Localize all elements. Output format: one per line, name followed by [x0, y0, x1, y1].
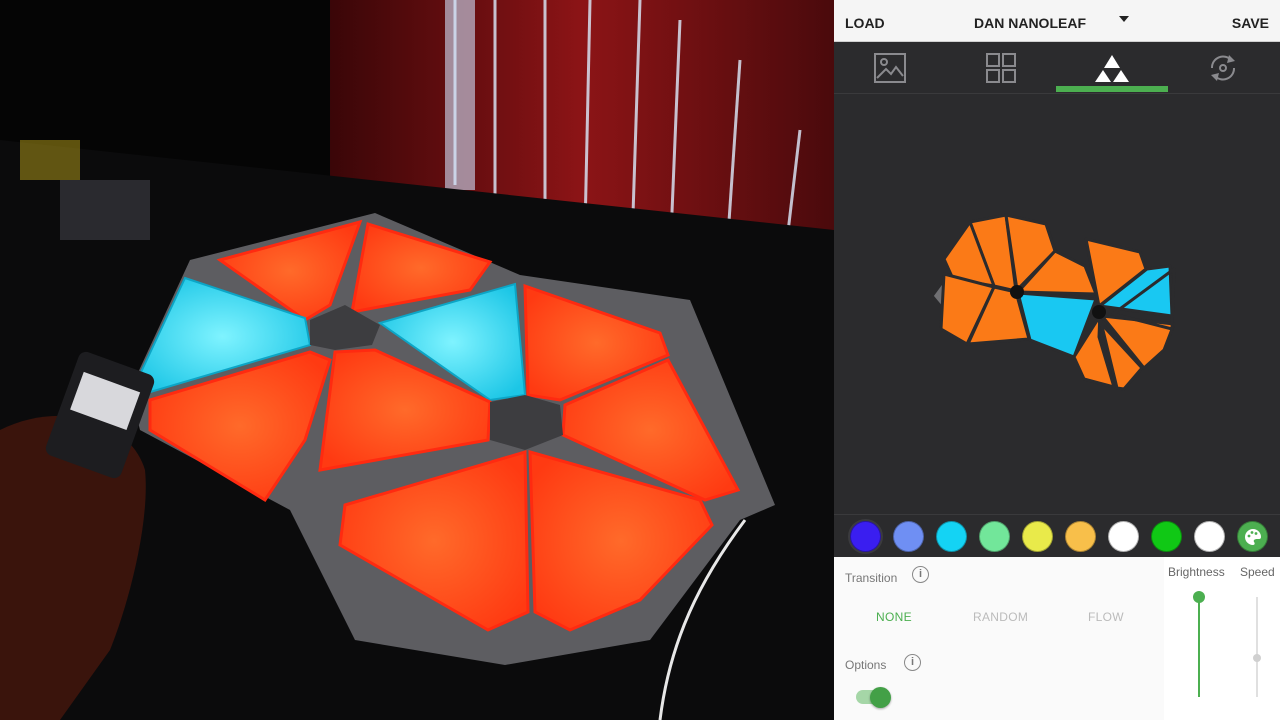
panel-connector [1092, 305, 1106, 319]
tab-image[interactable] [834, 42, 945, 94]
layout-canvas[interactable] [834, 94, 1280, 514]
options-toggle-knob[interactable] [870, 687, 891, 708]
speed-slider-knob[interactable] [1253, 654, 1261, 662]
triangles-icon [1094, 55, 1129, 82]
brightness-slider-knob[interactable] [1193, 591, 1205, 603]
brightness-label: Brightness [1168, 565, 1225, 579]
tab-rotate[interactable] [1167, 42, 1278, 94]
options-label: Options [845, 658, 887, 672]
color-swatch[interactable] [979, 521, 1010, 552]
transition-option-random[interactable]: RANDOM [973, 610, 1028, 624]
color-swatch[interactable] [1108, 521, 1139, 552]
color-swatch[interactable] [1194, 521, 1225, 552]
speed-slider[interactable] [1256, 597, 1258, 697]
transition-label: Transition [845, 571, 898, 585]
photo-illustration [0, 0, 834, 720]
image-icon [873, 53, 906, 83]
rotate-icon [1210, 55, 1235, 81]
profile-selector[interactable]: DAN NANOLEAF [974, 15, 1086, 31]
top-bar: LOAD DAN NANOLEAF SAVE [834, 0, 1280, 42]
grid-icon [985, 53, 1016, 83]
settings-panel: Transition i NONE RANDOM FLOW Options i [834, 557, 1164, 720]
color-palette [834, 514, 1280, 557]
info-icon[interactable]: i [904, 654, 921, 671]
panel-connector [1010, 285, 1024, 299]
load-button[interactable]: LOAD [845, 15, 885, 31]
color-swatch[interactable] [850, 521, 881, 552]
color-swatch[interactable] [1065, 521, 1096, 552]
palette-icon [1244, 528, 1261, 545]
chevron-down-icon[interactable] [1119, 16, 1129, 22]
color-swatch[interactable] [1151, 521, 1182, 552]
panel-layout [930, 213, 1176, 391]
color-swatch[interactable] [1022, 521, 1053, 552]
custom-color-button[interactable] [1237, 521, 1268, 552]
active-tab-indicator [1056, 86, 1168, 92]
speed-label: Speed [1240, 565, 1275, 579]
sliders-panel: Brightness Speed [1164, 557, 1280, 720]
transition-option-none[interactable]: NONE [876, 610, 912, 624]
nanoleaf-panels-photo [0, 0, 834, 720]
tab-grid[interactable] [945, 42, 1056, 94]
color-swatch[interactable] [893, 521, 924, 552]
color-swatch[interactable] [936, 521, 967, 552]
mode-tabs [834, 42, 1280, 94]
brightness-slider[interactable] [1198, 597, 1200, 697]
info-icon[interactable]: i [912, 566, 929, 583]
transition-option-flow[interactable]: FLOW [1088, 610, 1124, 624]
nanoleaf-app: LOAD DAN NANOLEAF SAVE Transition i NONE… [834, 0, 1280, 720]
save-button[interactable]: SAVE [1232, 15, 1269, 31]
